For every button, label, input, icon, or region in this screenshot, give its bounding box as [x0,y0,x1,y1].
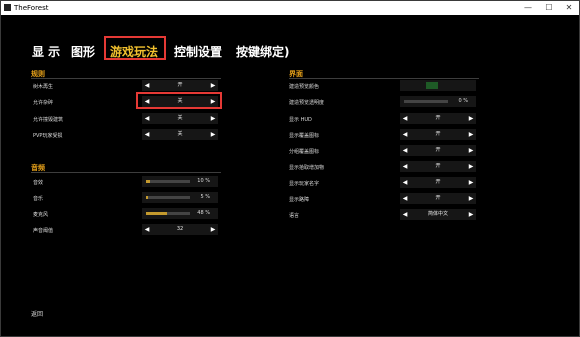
allow-building-destruction-label: 允许撞毁建筑 [33,117,64,123]
arrow-left-icon[interactable]: ◀ [400,193,410,204]
show-player-names-selector[interactable]: ◀ 开 ▶ [400,177,476,188]
show-player-names-label: 显示玩家名字 [289,181,320,187]
group-overlay-icons-selector[interactable]: ◀ 开 ▶ [400,145,476,156]
show-barriers-label: 显示路障 [289,197,310,203]
group-overlay-icons-label: 分组覆盖图标 [289,149,320,155]
arrow-right-icon[interactable]: ▶ [466,129,476,140]
arrow-right-icon[interactable]: ▶ [208,129,218,140]
show-pickup-selector[interactable]: ◀ 开 ▶ [400,161,476,172]
tree-regrowth-selector[interactable]: ◀ 开 ▶ [142,80,218,91]
arrow-left-icon[interactable]: ◀ [142,113,152,124]
tab-controls[interactable]: 控制设置 [174,43,222,60]
arrow-right-icon[interactable]: ▶ [208,113,218,124]
tab-graphics[interactable]: 图形 [71,43,95,60]
back-button[interactable]: 返回 [31,309,43,318]
music-volume-slider[interactable]: 5 % [142,192,218,203]
app-icon [4,4,11,11]
sfx-volume-slider[interactable]: 10 % [142,176,218,187]
voice-threshold-label: 声音阈值 [33,228,54,234]
arrow-left-icon[interactable]: ◀ [400,129,410,140]
voice-threshold-selector[interactable]: ◀ 32 ▶ [142,224,218,235]
active-tab-highlight [104,36,166,60]
mic-volume-slider[interactable]: 48 % [142,208,218,219]
arrow-left-icon[interactable]: ◀ [400,145,410,156]
arrow-right-icon[interactable]: ▶ [466,145,476,156]
sfx-volume-label: 音效 [33,180,44,186]
arrow-right-icon[interactable]: ▶ [466,161,476,172]
show-hud-selector[interactable]: ◀ 开 ▶ [400,113,476,124]
build-preview-opacity-slider[interactable]: 0 % [400,96,476,107]
arrow-left-icon[interactable]: ◀ [400,113,410,124]
arrow-left-icon[interactable]: ◀ [142,80,152,91]
rules-divider [31,78,221,79]
show-overlay-icons-label: 显示覆盖图标 [289,133,320,139]
pvp-damage-selector[interactable]: ◀ 关 ▶ [142,129,218,140]
show-hud-label: 显示 HUD [289,117,312,123]
allow-debris-label: 允许杂碎 [33,100,54,106]
music-volume-fill [146,196,149,199]
arrow-right-icon[interactable]: ▶ [466,193,476,204]
build-preview-color-picker[interactable] [400,80,476,91]
window-title: TheForest [14,4,49,12]
tab-display[interactable]: 显 示 [32,43,60,60]
sfx-volume-fill [146,180,151,183]
arrow-left-icon[interactable]: ◀ [400,161,410,172]
arrow-left-icon[interactable]: ◀ [142,224,152,235]
mic-volume-label: 麦克风 [33,212,49,218]
close-button[interactable]: ✕ [558,1,580,15]
audio-divider [31,172,221,173]
arrow-right-icon[interactable]: ▶ [208,224,218,235]
arrow-left-icon[interactable]: ◀ [142,129,152,140]
language-label: 语言 [289,213,300,219]
debris-row-highlight [136,92,222,109]
arrow-right-icon[interactable]: ▶ [466,177,476,188]
arrow-right-icon[interactable]: ▶ [466,113,476,124]
ui-divider [289,78,479,79]
tree-regrowth-label: 树木再生 [33,84,54,90]
minimize-button[interactable]: — [517,1,539,15]
arrow-left-icon[interactable]: ◀ [400,209,410,220]
arrow-right-icon[interactable]: ▶ [466,209,476,220]
color-swatch [426,82,438,89]
show-overlay-icons-selector[interactable]: ◀ 开 ▶ [400,129,476,140]
mic-volume-fill [146,212,168,215]
build-preview-color-label: 建造预览颜色 [289,84,320,90]
pvp-damage-label: PVP玩家受损 [33,133,63,139]
arrow-left-icon[interactable]: ◀ [400,177,410,188]
language-selector[interactable]: ◀ 简体中文 ▶ [400,209,476,220]
show-barriers-selector[interactable]: ◀ 开 ▶ [400,193,476,204]
allow-building-destruction-selector[interactable]: ◀ 关 ▶ [142,113,218,124]
music-volume-label: 音乐 [33,196,44,202]
show-pickup-label: 显示拾取增加物 [289,165,325,171]
tab-keybindings[interactable]: 按键绑定) [236,43,290,60]
build-preview-opacity-label: 建造预览透明度 [289,100,325,106]
title-bar: TheForest — ☐ ✕ [1,1,579,15]
maximize-button[interactable]: ☐ [538,1,560,15]
arrow-right-icon[interactable]: ▶ [208,80,218,91]
